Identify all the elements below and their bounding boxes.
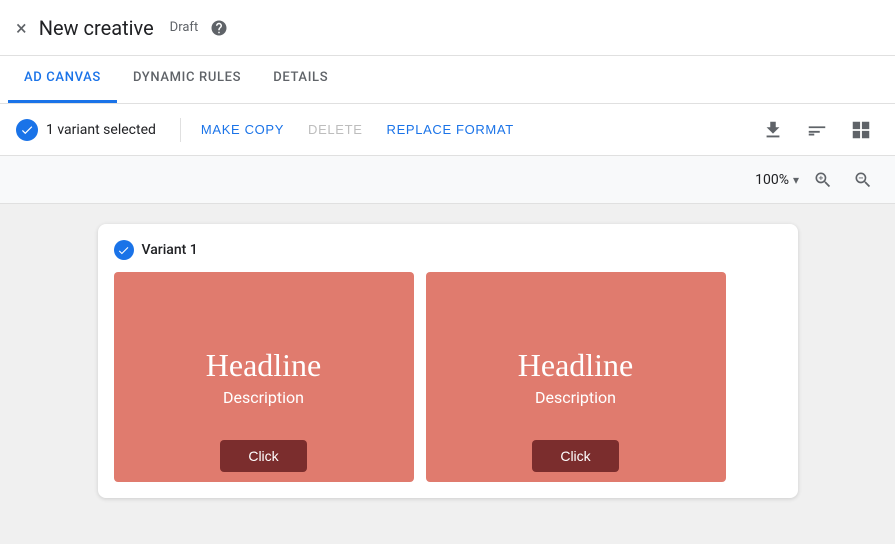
- ad2-description: Description: [535, 388, 616, 407]
- variant-header: Variant 1: [114, 240, 782, 260]
- tab-ad-canvas[interactable]: AD CANVAS: [8, 55, 117, 103]
- selected-count-label: 1 variant selected: [46, 122, 156, 138]
- close-icon[interactable]: ×: [16, 16, 27, 40]
- variant-selected: 1 variant selected: [16, 119, 172, 141]
- filter-icon[interactable]: [799, 112, 835, 148]
- action-bar: 1 variant selected MAKE COPY DELETE REPL…: [0, 104, 895, 156]
- canvas-area: Variant 1 Headline Description Click Hea…: [0, 204, 895, 544]
- ad1-cta-button[interactable]: Click: [220, 440, 306, 472]
- ad-preview-2[interactable]: Headline Description Click: [426, 272, 726, 482]
- variant-check-icon: [114, 240, 134, 260]
- make-copy-button[interactable]: MAKE COPY: [189, 112, 296, 148]
- tab-nav: AD CANVAS DYNAMIC RULES DETAILS: [0, 56, 895, 104]
- upload-icon[interactable]: [755, 112, 791, 148]
- tab-dynamic-rules[interactable]: DYNAMIC RULES: [117, 55, 257, 103]
- page-title: New creative: [39, 16, 154, 40]
- zoom-level: 100%: [755, 172, 789, 188]
- variant-label: Variant 1: [142, 242, 198, 258]
- ad1-description: Description: [223, 388, 304, 407]
- ad2-cta-button[interactable]: Click: [532, 440, 618, 472]
- delete-button[interactable]: DELETE: [296, 112, 374, 148]
- zoom-out-icon[interactable]: [847, 164, 879, 196]
- ad2-headline: Headline: [518, 347, 634, 384]
- draft-badge: Draft: [170, 20, 199, 35]
- ad-preview-1[interactable]: Headline Description Click: [114, 272, 414, 482]
- help-icon[interactable]: [210, 19, 228, 37]
- ad-previews: Headline Description Click Headline Desc…: [114, 272, 782, 482]
- replace-format-button[interactable]: REPLACE FORMAT: [375, 112, 526, 148]
- ad1-headline: Headline: [206, 347, 322, 384]
- tab-details[interactable]: DETAILS: [257, 55, 344, 103]
- zoom-control[interactable]: 100% ▾: [755, 172, 799, 188]
- variant-card: Variant 1 Headline Description Click Hea…: [98, 224, 798, 498]
- zoom-in-icon[interactable]: [807, 164, 839, 196]
- divider: [180, 118, 181, 142]
- view-grid-icon[interactable]: [843, 112, 879, 148]
- top-bar: × New creative Draft: [0, 0, 895, 56]
- zoom-arrow-icon: ▾: [793, 173, 799, 187]
- action-bar-right: [755, 112, 879, 148]
- zoom-bar: 100% ▾: [0, 156, 895, 204]
- check-circle-icon: [16, 119, 38, 141]
